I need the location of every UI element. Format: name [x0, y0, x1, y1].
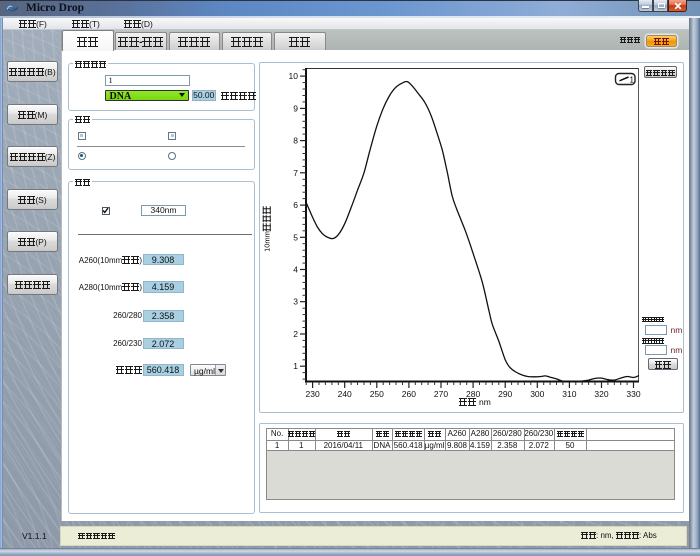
svg-text:7: 7	[293, 168, 298, 178]
svg-text:270: 270	[434, 389, 448, 399]
svg-text:290: 290	[498, 389, 512, 399]
svg-text:9: 9	[293, 103, 298, 113]
svg-text:320: 320	[594, 389, 608, 399]
svg-text:8: 8	[293, 136, 298, 146]
svg-text:10: 10	[289, 71, 299, 81]
svg-text:1: 1	[630, 76, 635, 85]
svg-text:310: 310	[562, 389, 576, 399]
svg-text:230: 230	[306, 389, 320, 399]
svg-text:240: 240	[338, 389, 352, 399]
svg-text:300: 300	[530, 389, 544, 399]
svg-text:4: 4	[293, 265, 298, 275]
svg-text:260: 260	[402, 389, 416, 399]
svg-text:6: 6	[293, 200, 298, 210]
svg-text:330: 330	[626, 389, 640, 399]
svg-text:3: 3	[293, 297, 298, 307]
svg-text:2: 2	[293, 329, 298, 339]
svg-text:250: 250	[370, 389, 384, 399]
svg-text:5: 5	[293, 232, 298, 242]
svg-text:1: 1	[293, 361, 298, 371]
